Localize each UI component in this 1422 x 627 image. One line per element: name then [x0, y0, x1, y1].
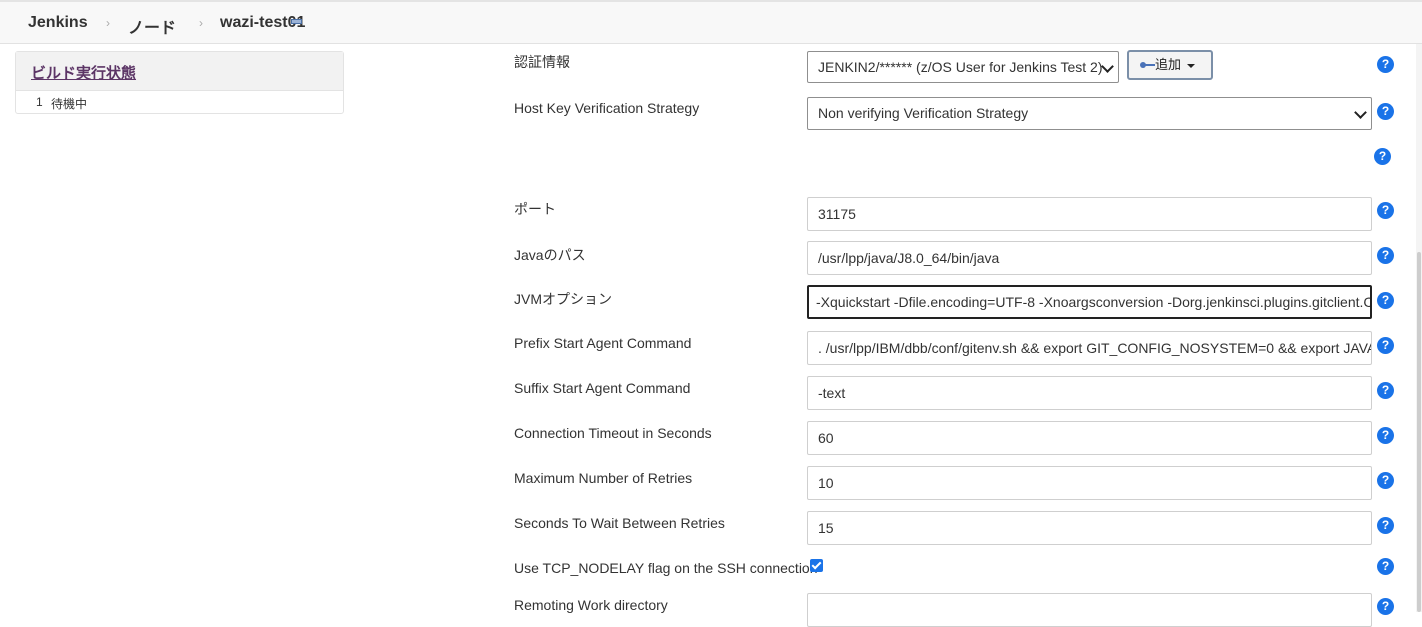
java-path-input[interactable]: /usr/lpp/java/J8.0_64/bin/java [807, 241, 1372, 275]
executor-number: 1 [36, 95, 43, 109]
chevron-right-icon: › [106, 16, 110, 30]
remoting-dir-label: Remoting Work directory [514, 597, 668, 613]
suffix-command-input[interactable]: -text [807, 376, 1372, 410]
help-icon-java-path[interactable]: ? [1377, 247, 1394, 264]
retry-wait-input[interactable]: 15 [807, 511, 1372, 545]
retry-wait-label: Seconds To Wait Between Retries [514, 515, 725, 531]
host-key-label: Host Key Verification Strategy [514, 100, 700, 116]
add-credentials-button[interactable]: 追加 [1127, 50, 1213, 80]
suffix-command-label: Suffix Start Agent Command [514, 380, 691, 396]
jvm-options-input[interactable]: -Xquickstart -Dfile.encoding=UTF-8 -Xnoa… [807, 285, 1372, 319]
executor-status-panel: ビルド実行状態 1 待機中 [15, 51, 344, 114]
help-icon-retry-wait[interactable]: ? [1377, 517, 1394, 534]
help-icon-jvm-options[interactable]: ? [1377, 292, 1394, 309]
collapse-icon[interactable] [291, 19, 302, 24]
page-scrollbar-thumb[interactable] [1417, 252, 1421, 612]
connection-timeout-input[interactable]: 60 [807, 421, 1372, 455]
help-icon-remoting-dir[interactable]: ? [1377, 598, 1394, 615]
help-icon-host-key[interactable]: ? [1377, 103, 1394, 120]
help-icon-port[interactable]: ? [1377, 202, 1394, 219]
help-icon-prefix-command[interactable]: ? [1377, 337, 1394, 354]
executor-status-header: ビルド実行状態 [16, 52, 343, 91]
help-icon-connection-timeout[interactable]: ? [1377, 427, 1394, 444]
caret-down-icon [1187, 63, 1196, 68]
connection-timeout-label: Connection Timeout in Seconds [514, 425, 712, 441]
prefix-command-label: Prefix Start Agent Command [514, 335, 692, 351]
breadcrumb-jenkins[interactable]: Jenkins [28, 14, 88, 32]
help-icon-credentials[interactable]: ? [1377, 56, 1394, 73]
executor-status-title[interactable]: ビルド実行状態 [31, 62, 136, 83]
credentials-label: 認証情報 [514, 54, 570, 70]
max-retries-label: Maximum Number of Retries [514, 470, 693, 486]
chevron-down-icon [1101, 60, 1114, 73]
breadcrumb-nodes[interactable]: ノード [128, 14, 176, 38]
host-key-selected-value: Non verifying Verification Strategy [818, 105, 1029, 121]
help-icon-max-retries[interactable]: ? [1377, 472, 1394, 489]
tcp-nodelay-label: Use TCP_NODELAY flag on the SSH connecti… [514, 560, 818, 576]
help-icon-suffix-command[interactable]: ? [1377, 382, 1394, 399]
add-button-label: 追加 [1155, 57, 1182, 72]
chevron-right-icon: › [199, 16, 203, 30]
max-retries-input[interactable]: 10 [807, 466, 1372, 500]
port-input[interactable]: 31175 [807, 197, 1372, 231]
java-path-label: Javaのパス [514, 247, 586, 263]
remoting-dir-input[interactable] [807, 593, 1372, 627]
tcp-nodelay-checkbox[interactable] [810, 559, 823, 572]
help-icon-tcp-nodelay[interactable]: ? [1377, 558, 1394, 575]
prefix-command-input[interactable]: . /usr/lpp/IBM/dbb/conf/gitenv.sh && exp… [807, 331, 1372, 365]
help-icon-host-key-strategy[interactable]: ? [1374, 148, 1391, 165]
key-icon [1140, 61, 1155, 70]
port-label: ポート [514, 201, 556, 217]
chevron-down-icon [1354, 106, 1367, 119]
credentials-select[interactable]: JENKIN2/****** (z/OS User for Jenkins Te… [807, 51, 1119, 83]
jvm-options-label: JVMオプション [514, 291, 612, 307]
credentials-selected-value: JENKIN2/****** (z/OS User for Jenkins Te… [818, 59, 1103, 75]
breadcrumb-bar: Jenkins › ノード › wazi-test01 [0, 0, 1422, 44]
host-key-strategy-select[interactable]: Non verifying Verification Strategy [807, 97, 1372, 130]
executor-status: 待機中 [51, 97, 88, 111]
